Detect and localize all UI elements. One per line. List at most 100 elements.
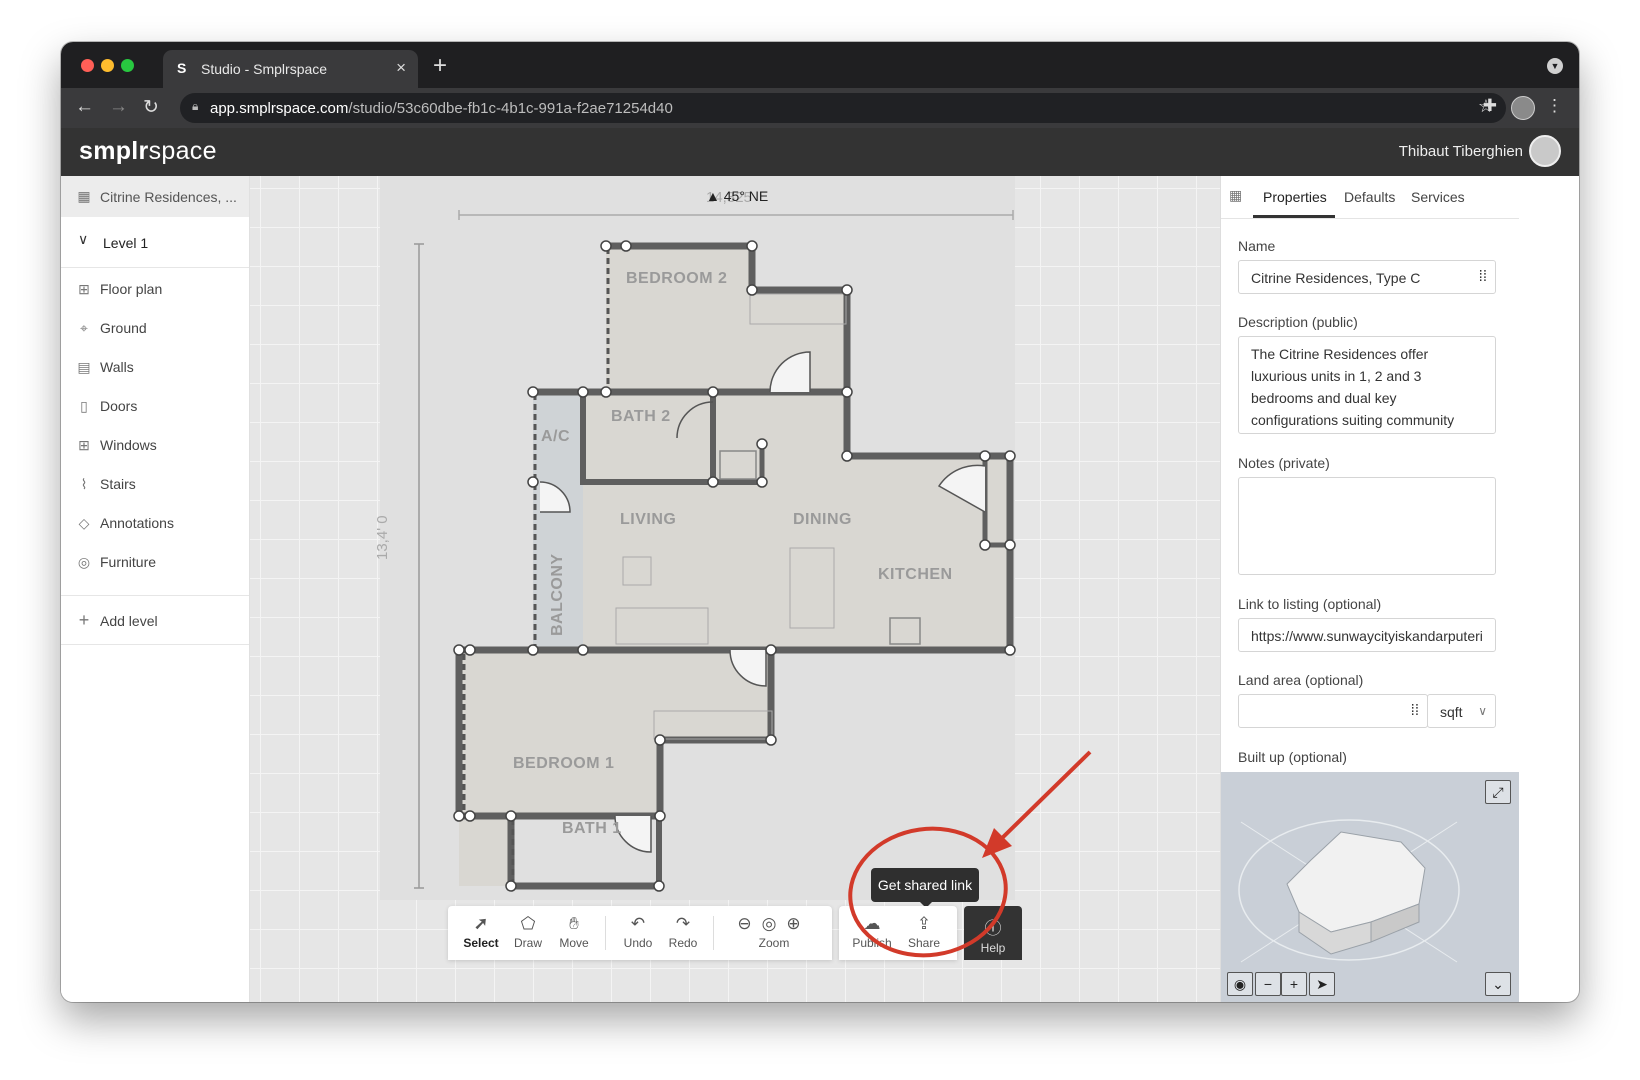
close-window-button[interactable] <box>81 59 94 72</box>
toolbar-divider <box>605 916 606 950</box>
properties-panel: ▦ Properties Defaults Services Name Citr… <box>1220 176 1519 1002</box>
sidebar-item-floor-plan[interactable]: ⊞ Floor plan <box>61 271 249 307</box>
extensions-icon[interactable]: ✚ <box>1483 96 1497 116</box>
land-unit-select[interactable]: sqft ∨ <box>1427 694 1496 728</box>
room-label-dining: DINING <box>793 511 852 528</box>
address-bar-row: ← → ↻ 🔒︎ app.smplrspace.com/studio/53c60… <box>61 88 1579 128</box>
tab-title: Studio - Smplrspace <box>201 61 328 77</box>
keypad-icon[interactable]: ⁞⁞ <box>1411 702 1419 719</box>
sidebar-item-stairs[interactable]: ⌇ Stairs <box>61 466 249 502</box>
publish-button[interactable]: ☁ Publish <box>849 906 895 960</box>
redo-button[interactable]: ↷ Redo <box>660 906 706 960</box>
land-area-label: Land area (optional) <box>1238 672 1364 688</box>
tab-search-icon[interactable]: ▼ <box>1547 58 1563 74</box>
sidebar-item-furniture[interactable]: ◎ Furniture <box>61 544 249 580</box>
draw-tool-button[interactable]: ⬠ Draw <box>505 906 551 960</box>
move-label: Move <box>559 936 589 950</box>
add-level-label: Add level <box>100 613 158 629</box>
room-label-bedroom2: BEDROOM 2 <box>626 270 728 287</box>
cloud-upload-icon: ☁ <box>863 914 881 933</box>
browser-tab[interactable]: S Studio - Smplrspace × <box>163 50 418 88</box>
browser-profile-avatar[interactable] <box>1511 96 1535 120</box>
select-tool-button[interactable]: ➚ Select <box>458 906 504 960</box>
help-button[interactable]: ⓘ Help <box>964 906 1022 960</box>
tab-close-icon[interactable]: × <box>396 58 406 78</box>
share-button[interactable]: ⇪ Share <box>901 906 947 960</box>
sidebar-item-label: Doors <box>100 398 138 414</box>
reload-icon[interactable]: ↻ <box>143 96 159 119</box>
zoom-fit-icon[interactable]: ◎ <box>762 914 787 933</box>
user-name[interactable]: Thibaut Tiberghien <box>1399 143 1523 160</box>
3d-preview[interactable]: ⤢ ◉ − + ➤ ⌄ <box>1221 772 1519 1002</box>
level-selector[interactable]: ∨ Level 1 <box>61 217 249 268</box>
user-avatar[interactable] <box>1529 135 1561 167</box>
building-icon: ▦ <box>77 188 91 204</box>
sidebar-item-ground[interactable]: ⌖ Ground <box>61 310 249 346</box>
tab-bar: S Studio - Smplrspace × + ▼ <box>61 42 1579 88</box>
zoom-out-icon[interactable]: ⊖ <box>737 914 761 933</box>
sidebar-item-label: Stairs <box>100 476 136 492</box>
sidebar-item-doors[interactable]: ▯ Doors <box>61 388 249 424</box>
smplrspace-logo[interactable]: smplrspace <box>79 137 217 166</box>
tab-services[interactable]: Services <box>1411 189 1465 205</box>
level-name: Level 1 <box>103 235 149 251</box>
toolbar-divider <box>713 916 714 950</box>
move-tool-button[interactable]: ✋︎ Move <box>551 906 597 960</box>
browser-menu-icon[interactable]: ⋮ <box>1546 96 1563 116</box>
tab-defaults[interactable]: Defaults <box>1344 189 1395 205</box>
tab-properties[interactable]: Properties <box>1263 189 1327 205</box>
address-bar[interactable]: 🔒︎ app.smplrspace.com/studio/53c60dbe-fb… <box>180 93 1506 123</box>
room-label-balcony: BALCONY <box>549 553 566 636</box>
name-field[interactable]: Citrine Residences, Type C ⁞⁞ <box>1238 260 1496 294</box>
sidebar-item-walls[interactable]: ▤ Walls <box>61 349 249 385</box>
tab-favicon: S <box>177 60 187 76</box>
zoom-in-icon[interactable]: + <box>1281 972 1307 996</box>
share-label: Share <box>907 936 941 950</box>
add-level-button[interactable]: + Add level <box>61 595 249 645</box>
stairs-icon: ⌇ <box>80 476 88 492</box>
expand-icon[interactable]: ⤢ <box>1485 780 1511 804</box>
collapse-icon[interactable]: ⌄ <box>1485 972 1511 996</box>
floor-plan-icon: ⊞ <box>78 281 90 297</box>
name-value: Citrine Residences, Type C <box>1251 270 1421 286</box>
zoom-controls: ⊖◎⊕ Zoom <box>726 906 822 960</box>
zoom-in-icon[interactable]: ⊕ <box>786 914 810 933</box>
land-unit-value: sqft <box>1440 704 1463 720</box>
sidebar-item-label: Floor plan <box>100 281 163 297</box>
sidebar-item-annotations[interactable]: ◇ Annotations <box>61 505 249 541</box>
description-field[interactable]: The Citrine Residences offer luxurious u… <box>1238 336 1496 434</box>
walls-icon: ▤ <box>77 359 91 375</box>
forward-icon[interactable]: → <box>109 96 128 118</box>
url-text: app.smplrspace.com/studio/53c60dbe-fb1c-… <box>210 100 673 117</box>
chevron-down-icon: ∨ <box>78 231 89 247</box>
description-label: Description (public) <box>1238 314 1358 330</box>
notes-field[interactable] <box>1238 477 1496 575</box>
recenter-icon[interactable]: ◉ <box>1227 972 1253 996</box>
new-tab-icon[interactable]: + <box>433 52 447 80</box>
hand-icon: ✋︎ <box>569 914 579 933</box>
help-icon: ⓘ <box>984 919 1002 938</box>
back-icon[interactable]: ← <box>75 96 94 118</box>
windows-icon: ⊞ <box>78 437 90 453</box>
land-area-field[interactable]: ⁞⁞ <box>1238 694 1428 728</box>
room-label-bath2: BATH 2 <box>611 408 671 425</box>
undo-button[interactable]: ↶ Undo <box>615 906 661 960</box>
floor-plan-canvas[interactable]: 14,325 ▲ 45° NE 13,4' 0 BEDROOM 2 BATH 2… <box>250 176 1220 1002</box>
listing-link-field[interactable]: https://www.sunwaycityiskandarputeri <box>1238 618 1496 652</box>
zoom-out-icon[interactable]: − <box>1255 972 1281 996</box>
select-label: Select <box>463 936 499 950</box>
keypad-icon[interactable]: ⁞⁞ <box>1479 268 1487 285</box>
editor-toolbar: ➚ Select ⬠ Draw ✋︎ Move ↶ Undo ↷ Redo ⊖◎… <box>448 906 832 960</box>
navigate-icon[interactable]: ➤ <box>1309 972 1335 996</box>
plus-icon: + <box>78 610 90 630</box>
sidebar-item-label: Furniture <box>100 554 157 570</box>
minimize-window-button[interactable] <box>101 59 114 72</box>
sidebar-item-windows[interactable]: ⊞ Windows <box>61 427 249 463</box>
sidebar-item-label: Walls <box>100 359 134 375</box>
project-selector[interactable]: ▦ Citrine Residences, ... <box>61 176 249 217</box>
properties-tabs: ▦ Properties Defaults Services <box>1221 176 1519 219</box>
draw-polygon-icon: ⬠ <box>520 914 536 933</box>
sidebar-item-label: Ground <box>100 320 147 336</box>
maximize-window-button[interactable] <box>121 59 134 72</box>
annotations-icon: ◇ <box>78 515 90 531</box>
